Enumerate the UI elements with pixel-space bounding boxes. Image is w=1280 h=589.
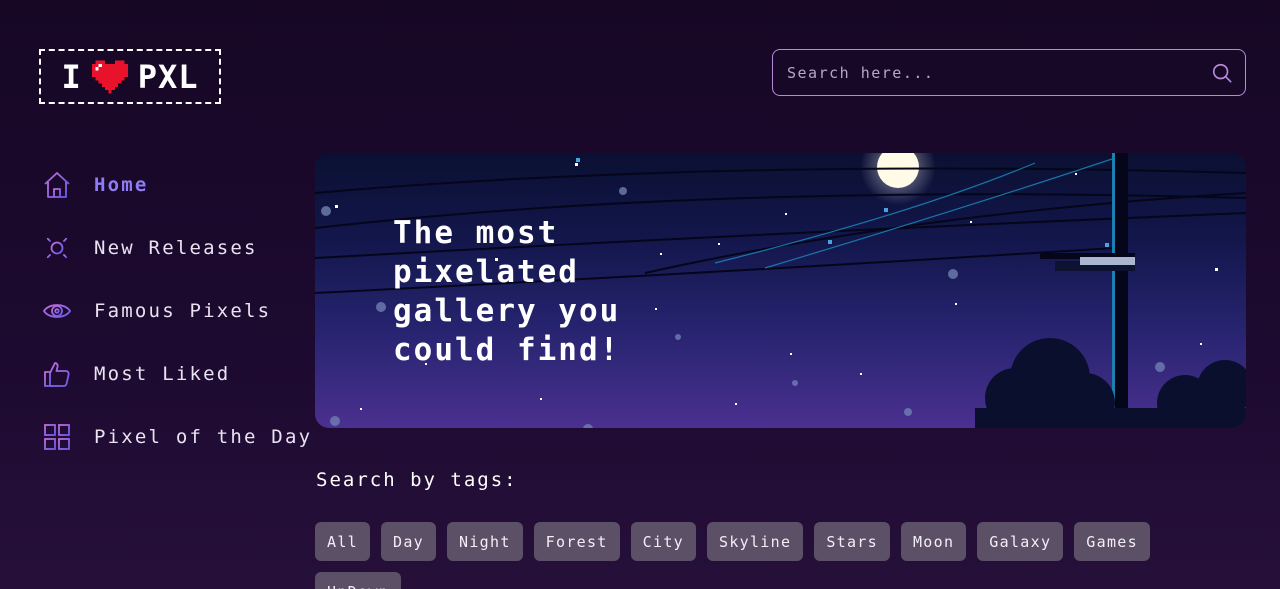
tag-day[interactable]: Day	[381, 522, 436, 561]
tags-section-title: Search by tags:	[316, 469, 518, 491]
sidebar-item-label: Home	[94, 173, 149, 196]
sidebar-item-new-releases[interactable]: New Releases	[42, 216, 302, 279]
sidebar-item-label: Most Liked	[94, 362, 231, 385]
tag-stars[interactable]: Stars	[814, 522, 890, 561]
tag-skyline[interactable]: Skyline	[706, 522, 804, 561]
hero-banner: The most pixelated gallery you could fin…	[315, 153, 1246, 428]
tag-games[interactable]: Games	[1074, 522, 1150, 561]
tag-list: All Day Night Forest City Skyline Stars …	[315, 522, 1215, 589]
sidebar-item-most-liked[interactable]: Most Liked	[42, 342, 302, 405]
sidebar-nav: Home New Releases Famous Pixels Most Lik…	[42, 153, 310, 468]
tag-galaxy[interactable]: Galaxy	[977, 522, 1064, 561]
thumbs-up-icon	[44, 361, 70, 387]
hero-title: The most pixelated gallery you could fin…	[393, 214, 693, 370]
grid-icon	[44, 423, 70, 450]
tag-updown[interactable]: UpDown	[315, 572, 401, 589]
sidebar-item-label: Pixel of the Day	[94, 425, 313, 448]
sidebar-item-pixel-of-the-day[interactable]: Pixel of the Day	[42, 405, 310, 468]
hero-title-line: pixelated	[393, 254, 579, 290]
hero-title-line: could find!	[393, 332, 621, 368]
hero-title-line: The most	[393, 215, 559, 251]
logo[interactable]: I PXL	[39, 49, 221, 104]
pixel-heart-icon	[91, 60, 128, 93]
tag-moon[interactable]: Moon	[900, 522, 967, 561]
tag-night[interactable]: Night	[447, 522, 523, 561]
sun-icon	[43, 233, 71, 262]
sidebar-item-famous-pixels[interactable]: Famous Pixels	[42, 279, 302, 342]
home-icon	[44, 171, 70, 198]
logo-text-pxl: PXL	[137, 57, 199, 96]
search-icon[interactable]	[1211, 62, 1233, 84]
search-input[interactable]	[787, 63, 1211, 82]
eye-icon	[42, 303, 72, 318]
tag-forest[interactable]: Forest	[533, 522, 620, 561]
sidebar-item-label: Famous Pixels	[94, 299, 272, 322]
tag-all[interactable]: All	[315, 522, 370, 561]
page: I PXL Search here... Home New Releases F…	[0, 0, 1280, 589]
hero-title-line: gallery you	[393, 293, 621, 329]
logo-text-i: I	[61, 57, 82, 96]
search-bar	[772, 49, 1246, 96]
sidebar-item-label: New Releases	[94, 236, 258, 259]
sidebar-item-home[interactable]: Home	[42, 153, 302, 216]
tag-city[interactable]: City	[630, 522, 696, 561]
